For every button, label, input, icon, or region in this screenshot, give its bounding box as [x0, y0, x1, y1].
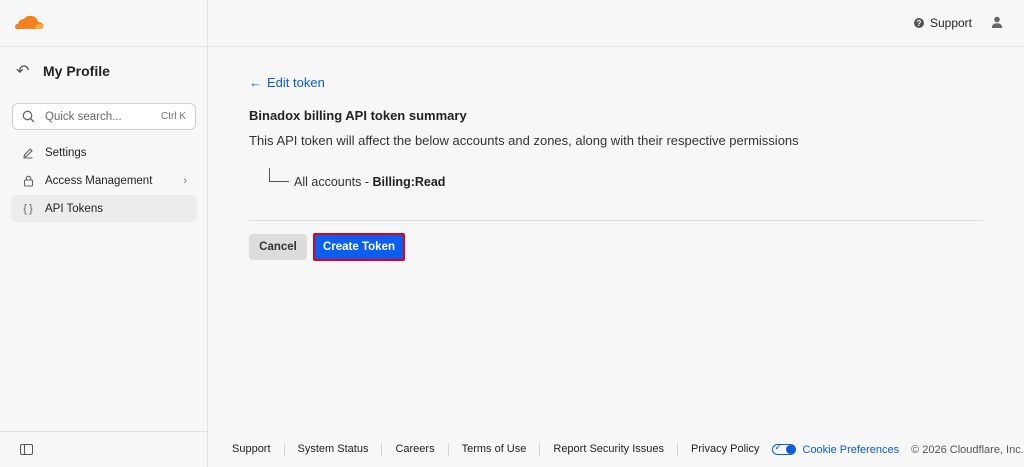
footer: Support System Status Careers Terms of U… [208, 432, 1024, 467]
sidebar-item-label: Access Management [45, 174, 153, 187]
sidebar-divider [0, 46, 208, 47]
footer-link-terms[interactable]: Terms of Use [449, 443, 541, 456]
user-icon[interactable] [991, 16, 1003, 28]
page-title: My Profile [43, 63, 110, 79]
collapse-sidebar-icon[interactable] [20, 444, 33, 455]
search-shortcut: Ctrl K [161, 111, 186, 122]
sidebar: ↶ My Profile Ctrl K Settings Access Mana… [0, 0, 208, 467]
footer-link-system-status[interactable]: System Status [285, 443, 383, 456]
sidebar-item-api-tokens[interactable]: { } API Tokens [11, 195, 197, 222]
pencil-icon [21, 147, 35, 159]
back-arrow-icon[interactable]: ↶ [16, 61, 30, 81]
account-separator: - [361, 175, 373, 189]
summary-title: Binadox billing API token summary [249, 108, 467, 123]
account-scope: All accounts [294, 175, 362, 189]
footer-link-support[interactable]: Support [208, 443, 285, 456]
help-icon: ? [913, 18, 924, 28]
main-content: ← Edit token Binadox billing API token s… [208, 48, 1024, 431]
cookie-label: Cookie Preferences [802, 443, 900, 456]
copyright: © 2026 Cloudflare, Inc. [911, 443, 1024, 456]
cloudflare-logo-icon[interactable] [13, 13, 45, 31]
arrow-left-icon: ← [249, 75, 262, 90]
permission-name: Billing:Read [372, 175, 446, 189]
search-icon [22, 110, 35, 123]
sidebar-item-label: API Tokens [45, 202, 103, 215]
privacy-toggle-icon [771, 442, 796, 455]
tree-connector [269, 168, 289, 182]
summary-description: This API token will affect the below acc… [249, 133, 799, 148]
cancel-button[interactable]: Cancel [249, 234, 307, 260]
support-menu[interactable]: ? Support [913, 16, 972, 30]
search-input[interactable] [45, 110, 145, 123]
edit-token-label: Edit token [267, 75, 325, 90]
footer-link-privacy[interactable]: Privacy Policy [678, 443, 772, 456]
top-bar: ? Support [208, 0, 1024, 47]
footer-link-report-security[interactable]: Report Security Issues [540, 443, 679, 456]
quick-search[interactable]: Ctrl K [12, 103, 196, 130]
sidebar-item-access-management[interactable]: Access Management › [11, 167, 197, 194]
lock-icon [21, 175, 35, 187]
support-label: Support [929, 16, 972, 30]
divider [249, 220, 983, 221]
sidebar-item-label: Settings [45, 146, 87, 159]
braces-icon: { } [23, 202, 33, 215]
account-permission-row: All accounts - Billing:Read [294, 175, 445, 189]
sidebar-item-settings[interactable]: Settings [11, 139, 197, 166]
cookie-preferences-link[interactable]: Cookie Preferences [771, 442, 900, 456]
edit-token-link[interactable]: ← Edit token [249, 75, 325, 90]
create-token-button[interactable]: Create Token [313, 233, 405, 261]
sidebar-divider [0, 431, 208, 432]
footer-link-careers[interactable]: Careers [382, 443, 449, 456]
profile-header: ↶ My Profile [16, 60, 110, 82]
chevron-right-icon: › [183, 174, 187, 187]
